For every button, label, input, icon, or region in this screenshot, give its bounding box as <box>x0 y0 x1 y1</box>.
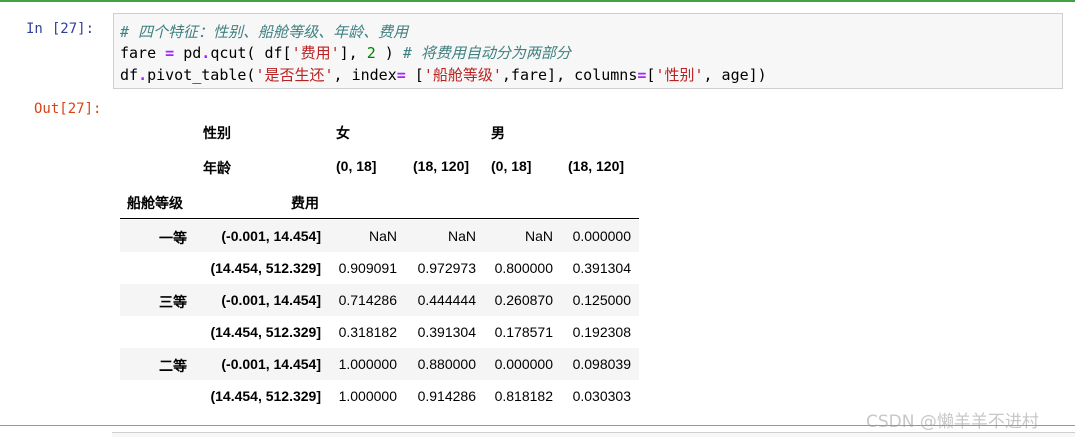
column-level-name-sex: 性别 <box>203 125 231 141</box>
column-header-age-bin: (18, 120] <box>568 158 625 174</box>
table-cell: 0.391304 <box>572 260 631 276</box>
code-token: # 将费用自动分为两部分 <box>402 44 571 62</box>
code-token: '是否生还' <box>255 66 334 84</box>
column-header-age-bin: (18, 120] <box>413 158 470 174</box>
table-cell: NaN <box>524 228 553 244</box>
column-header-female: 女 <box>336 125 350 141</box>
output-prompt: Out[27]: <box>34 101 102 117</box>
table-cell: 0.972973 <box>417 260 476 276</box>
code-token: '费用' <box>291 44 340 62</box>
row-index-class: 一等 <box>159 230 187 246</box>
code-token: . <box>201 44 211 62</box>
column-level-name-age: 年龄 <box>203 160 231 176</box>
column-header-male: 男 <box>491 125 505 141</box>
table-cell: 0.914286 <box>417 388 476 404</box>
cell-top-border <box>0 0 1075 2</box>
table-cell: 0.318182 <box>338 324 397 340</box>
table-cell: 0.444444 <box>417 292 476 308</box>
code-token: '性别' <box>655 66 704 84</box>
input-prompt-label: In <box>26 21 43 37</box>
table-cell: 0.000000 <box>494 356 553 372</box>
code-editor[interactable]: # 四个特征：性别、船舱等级、年龄、费用 fare = pd.qcut( df[… <box>113 13 1063 89</box>
code-token: '船舱等级' <box>423 66 502 84</box>
row-index-fare: (14.454, 512.329] <box>210 388 321 404</box>
input-prompt-count: [27]: <box>51 21 95 37</box>
row-index-fare: (14.454, 512.329] <box>210 324 321 340</box>
table-cell: 0.391304 <box>417 324 476 340</box>
index-name-class: 船舱等级 <box>127 195 183 211</box>
code-token: = <box>165 44 175 62</box>
code-token: fare <box>120 44 166 62</box>
code-token: [ <box>405 66 424 84</box>
table-cell: 0.909091 <box>338 260 397 276</box>
code-token: ) <box>375 44 403 62</box>
row-index-fare: (-0.001, 14.454] <box>221 356 321 372</box>
code-line-3: df.pivot_table('是否生还', index= ['船舱等级',fa… <box>120 64 767 85</box>
code-token: 2 <box>366 44 376 62</box>
table-cell: 0.818182 <box>494 388 553 404</box>
table-cell: 0.880000 <box>417 356 476 372</box>
table-cell: 0.000000 <box>572 228 631 244</box>
code-token: , index <box>333 66 397 84</box>
row-index-fare: (14.454, 512.329] <box>210 260 321 276</box>
code-token: df <box>120 66 139 84</box>
index-name-fare: 费用 <box>291 195 319 211</box>
row-index-fare: (-0.001, 14.454] <box>221 228 321 244</box>
code-token: pivot_table( <box>147 66 256 84</box>
code-token: , age]) <box>703 66 767 84</box>
header-divider <box>120 218 639 219</box>
watermark: CSDN @懒羊羊不进村 <box>866 412 1039 432</box>
table-cell: 1.000000 <box>338 388 397 404</box>
table-cell: 1.000000 <box>338 356 397 372</box>
code-token: ], <box>339 44 367 62</box>
code-token: qcut( df[ <box>210 44 292 62</box>
row-index-class: 二等 <box>159 358 187 374</box>
table-cell: 0.178571 <box>494 324 553 340</box>
row-index-class: 三等 <box>159 294 187 310</box>
code-line-1: # 四个特征：性别、船舱等级、年龄、费用 <box>120 23 409 41</box>
table-cell: NaN <box>368 228 397 244</box>
code-token: pd <box>174 44 202 62</box>
row-index-fare: (-0.001, 14.454] <box>221 292 321 308</box>
table-cell: 0.098039 <box>572 356 631 372</box>
table-cell: 0.125000 <box>572 292 631 308</box>
table-cell: NaN <box>447 228 476 244</box>
input-prompt: In [27]: <box>26 21 94 37</box>
column-header-age-bin: (0, 18] <box>491 158 532 174</box>
code-token: . <box>138 66 148 84</box>
column-header-age-bin: (0, 18] <box>336 158 377 174</box>
code-line-2: fare = pd.qcut( df['费用'], 2 ) # 将费用自动分为两… <box>120 42 571 63</box>
dataframe-output: 性别 女 男 年龄 (0, 18] (18, 120] (0, 18] (18,… <box>120 113 639 412</box>
code-token: = <box>396 66 406 84</box>
table-cell: 0.714286 <box>338 292 397 308</box>
next-cell-edge <box>112 432 1075 437</box>
table-cell: 0.192308 <box>572 324 631 340</box>
cell-bottom-border <box>0 425 1075 426</box>
table-cell: 0.260870 <box>494 292 553 308</box>
code-token: ,fare], columns <box>501 66 638 84</box>
table-cell: 0.030303 <box>572 388 631 404</box>
table-cell: 0.800000 <box>494 260 553 276</box>
